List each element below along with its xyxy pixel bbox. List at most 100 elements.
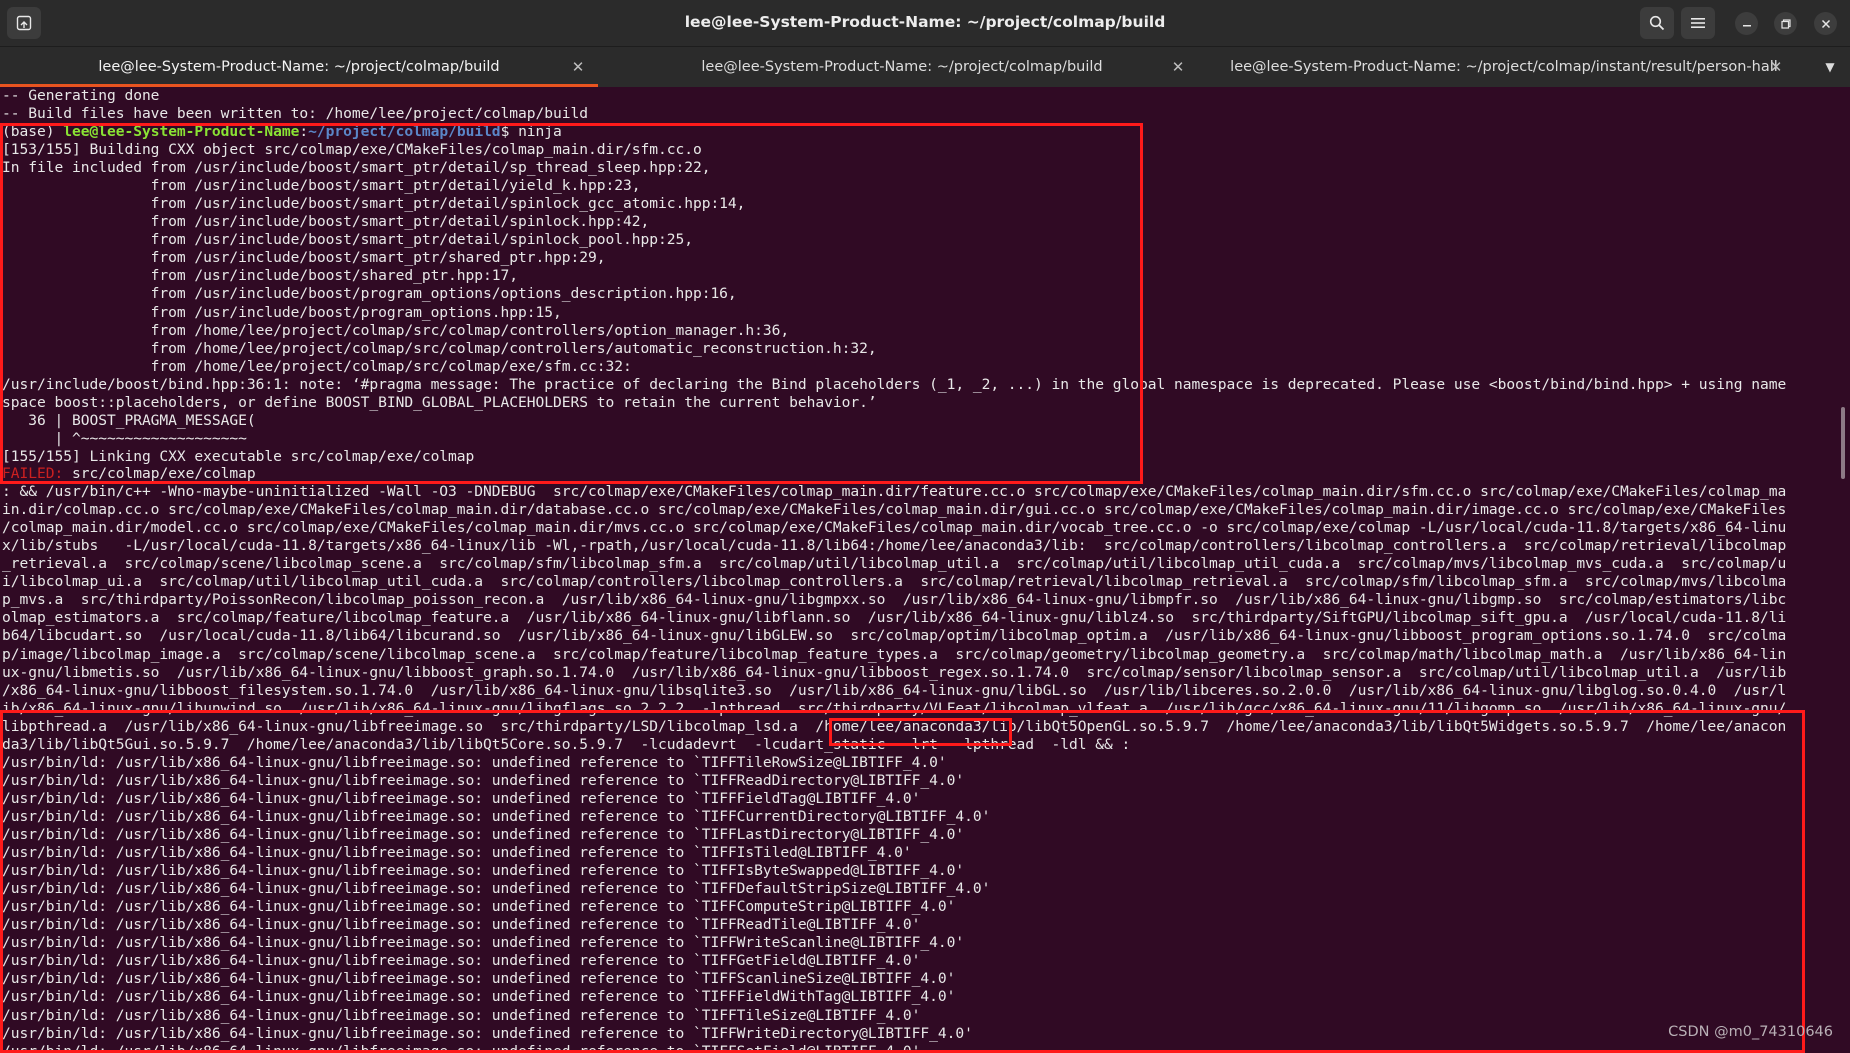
search-button[interactable] xyxy=(1640,7,1674,39)
undefined-reference-prefix: /usr/bin/ld: /usr/lib/x86_64-linux-gnu/l… xyxy=(2,970,693,988)
terminal-line: 36 | BOOST_PRAGMA_MESSAGE( xyxy=(2,411,256,429)
shell-prompt: (base) lee@lee-System-Product-Name:~/pro… xyxy=(2,123,562,141)
tab-1-close-button[interactable]: ✕ xyxy=(568,57,588,77)
linker-command-line: x/lib/stubs -L/usr/local/cuda-11.8/targe… xyxy=(2,537,1787,555)
prompt-separator: : xyxy=(299,123,309,140)
menu-button[interactable] xyxy=(1681,7,1715,39)
search-icon xyxy=(1649,15,1665,31)
new-tab-button[interactable] xyxy=(7,7,41,39)
undefined-symbol: `TIFFFieldWithTag@LIBTIFF_4.0' xyxy=(692,988,956,1006)
undefined-symbol: `TIFFWriteDirectory@LIBTIFF_4.0' xyxy=(692,1024,973,1042)
failed-label: FAILED: xyxy=(2,465,64,482)
undefined-reference-line: /usr/bin/ld: /usr/lib/x86_64-linux-gnu/l… xyxy=(2,916,920,934)
minimize-icon xyxy=(1742,24,1751,26)
terminal-line: [155/155] Linking CXX executable src/col… xyxy=(2,447,475,465)
undefined-symbol: `TIFFScanlineSize@LIBTIFF_4.0' xyxy=(692,970,956,988)
undefined-symbol: `TIFFIsByteSwapped@LIBTIFF_4.0' xyxy=(692,862,965,879)
undefined-reference-prefix: /usr/bin/ld: /usr/lib/x86_64-linux-gnu/l… xyxy=(2,934,693,952)
close-button[interactable] xyxy=(1814,12,1837,35)
terminal-line: -- Generating done xyxy=(2,87,160,104)
undefined-reference-line: /usr/bin/ld: /usr/lib/x86_64-linux-gnu/l… xyxy=(2,934,964,952)
terminal-output[interactable]: -- Generating done -- Build files have b… xyxy=(0,87,1836,1053)
undefined-reference-line: /usr/bin/ld: /usr/lib/x86_64-linux-gnu/l… xyxy=(2,1007,920,1025)
tab-3-label: lee@lee-System-Product-Name: ~/project/c… xyxy=(1230,59,1778,75)
undefined-reference-line: /usr/bin/ld: /usr/lib/x86_64-linux-gnu/l… xyxy=(2,862,964,880)
tab-2-close-button[interactable]: ✕ xyxy=(1168,57,1188,77)
undefined-reference-line: /usr/bin/ld: /usr/lib/x86_64-linux-gnu/l… xyxy=(2,952,920,970)
terminal-line: from /usr/include/boost/program_options.… xyxy=(2,303,562,321)
scrollbar-thumb[interactable] xyxy=(1841,407,1845,479)
prompt-dollar: $ xyxy=(500,123,519,140)
undefined-reference-line: /usr/bin/ld: /usr/lib/x86_64-linux-gnu/l… xyxy=(2,1025,973,1043)
tab-bar: lee@lee-System-Product-Name: ~/project/c… xyxy=(0,47,1850,87)
terminal-line: from /usr/include/boost/smart_ptr/detail… xyxy=(2,213,650,231)
terminal-line: from /usr/include/boost/shared_ptr.hpp:1… xyxy=(2,267,519,285)
undefined-symbol: `TIFFTileSize@LIBTIFF_4.0' xyxy=(692,1006,921,1024)
linker-command-line: olmap_estimators.a src/colmap/feature/li… xyxy=(2,609,1787,627)
linker-command-line: _retrieval.a src/colmap/scene/libcolmap_… xyxy=(2,555,1787,573)
linker-command-line: p_mvs.a src/thirdparty/PoissonRecon/libc… xyxy=(2,591,1787,609)
undefined-symbol: `TIFFGetField@LIBTIFF_4.0' xyxy=(692,952,921,970)
undefined-reference-prefix: /usr/bin/ld: /usr/lib/x86_64-linux-gnu/l… xyxy=(2,771,693,789)
undefined-reference-prefix: /usr/bin/ld: /usr/lib/x86_64-linux-gnu/l… xyxy=(2,844,693,861)
prompt-command: ninja xyxy=(518,123,562,140)
undefined-reference-line: /usr/bin/ld: /usr/lib/x86_64-linux-gnu/l… xyxy=(2,988,955,1006)
failed-line: FAILED: src/colmap/exe/colmap xyxy=(2,465,256,483)
terminal-line: /usr/include/boost/bind.hpp:36:1: note: … xyxy=(2,375,1787,393)
linker-command-line: : && /usr/bin/c++ -Wno-maybe-uninitializ… xyxy=(2,483,1787,500)
hamburger-menu-icon xyxy=(1691,18,1705,28)
terminal-line: space boost::placeholders, or define BOO… xyxy=(2,393,877,411)
minimize-button[interactable] xyxy=(1735,12,1758,35)
linker-command-line: /x86_64-linux-gnu/libboost_filesystem.so… xyxy=(2,681,1787,699)
undefined-reference-prefix: /usr/bin/ld: /usr/lib/x86_64-linux-gnu/l… xyxy=(2,862,693,879)
undefined-reference-prefix: /usr/bin/ld: /usr/lib/x86_64-linux-gnu/l… xyxy=(2,898,693,916)
watermark: CSDN @m0_74310646 xyxy=(1668,1024,1833,1040)
terminal-line: from /home/lee/project/colmap/src/colmap… xyxy=(2,339,877,357)
terminal-line: In file included from /usr/include/boost… xyxy=(2,159,711,176)
linker-command-line: in.dir/colmap.cc.o src/colmap/exe/CMakeF… xyxy=(2,501,1787,519)
prompt-env: (base) xyxy=(2,123,64,140)
undefined-reference-line: /usr/bin/ld: /usr/lib/x86_64-linux-gnu/l… xyxy=(2,790,920,808)
tab-3-close-button[interactable]: ✕ xyxy=(1766,57,1786,77)
window-title: lee@lee-System-Product-Name: ~/project/c… xyxy=(684,13,1166,31)
linker-command-line: da3/lib/libQt5Gui.so.5.9.7 /home/lee/ana… xyxy=(2,735,1131,753)
undefined-reference-line: /usr/bin/ld: /usr/lib/x86_64-linux-gnu/l… xyxy=(2,898,955,916)
maximize-icon xyxy=(1780,18,1791,29)
terminal-line: -- Build files have been written to: /ho… xyxy=(2,105,588,122)
tab-3[interactable]: lee@lee-System-Product-Name: ~/project/c… xyxy=(1206,47,1802,87)
undefined-reference-line: /usr/bin/ld: /usr/lib/x86_64-linux-gnu/l… xyxy=(2,772,964,790)
undefined-symbol: `TIFFIsTiled@LIBTIFF_4.0' xyxy=(692,844,912,861)
tab-2-label: lee@lee-System-Product-Name: ~/project/c… xyxy=(701,59,1103,75)
new-tab-icon xyxy=(16,15,32,31)
linker-command-line: b64/libcudart.so /usr/local/cuda-11.8/li… xyxy=(2,627,1787,645)
linker-command-line: /colmap_main.dir/model.cc.o src/colmap/e… xyxy=(2,519,1787,537)
undefined-symbol: `TIFFWriteScanline@LIBTIFF_4.0' xyxy=(692,934,965,952)
undefined-reference-prefix: /usr/bin/ld: /usr/lib/x86_64-linux-gnu/l… xyxy=(2,952,693,970)
prompt-user-host: lee@lee-System-Product-Name xyxy=(63,123,300,140)
terminal-line: from /usr/include/boost/smart_ptr/detail… xyxy=(2,177,641,195)
undefined-reference-prefix: /usr/bin/ld: /usr/lib/x86_64-linux-gnu/l… xyxy=(2,753,693,771)
undefined-symbol: `TIFFTileRowSize@LIBTIFF_4.0' xyxy=(692,753,947,771)
prompt-path: ~/project/colmap/build xyxy=(308,123,501,140)
undefined-reference-line: /usr/bin/ld: /usr/lib/x86_64-linux-gnu/l… xyxy=(2,880,990,898)
undefined-reference-prefix: /usr/bin/ld: /usr/lib/x86_64-linux-gnu/l… xyxy=(2,1042,693,1053)
terminal-scrollbar[interactable] xyxy=(1838,87,1848,1053)
undefined-reference-line: /usr/bin/ld: /usr/lib/x86_64-linux-gnu/l… xyxy=(2,826,964,844)
tab-1-label: lee@lee-System-Product-Name: ~/project/c… xyxy=(98,59,500,75)
undefined-reference-prefix: /usr/bin/ld: /usr/lib/x86_64-linux-gnu/l… xyxy=(2,988,693,1006)
tab-close-icon: ✕ xyxy=(1171,58,1185,76)
undefined-reference-prefix: /usr/bin/ld: /usr/lib/x86_64-linux-gnu/l… xyxy=(2,807,693,825)
maximize-button[interactable] xyxy=(1774,12,1797,35)
linker-command-line: p/image/libcolmap_image.a src/colmap/sce… xyxy=(2,645,1787,663)
undefined-reference-line: /usr/bin/ld: /usr/lib/x86_64-linux-gnu/l… xyxy=(2,844,912,862)
tab-2[interactable]: lee@lee-System-Product-Name: ~/project/c… xyxy=(600,47,1204,87)
tab-1[interactable]: lee@lee-System-Product-Name: ~/project/c… xyxy=(0,47,598,87)
linker-command-line: libpthread.a /usr/lib/x86_64-linux-gnu/l… xyxy=(2,717,1787,735)
undefined-symbol: `TIFFFieldTag@LIBTIFF_4.0' xyxy=(692,789,921,807)
chevron-down-icon: ▼ xyxy=(1825,60,1835,74)
failed-target: src/colmap/exe/colmap xyxy=(63,465,256,482)
title-bar: lee@lee-System-Product-Name: ~/project/c… xyxy=(0,0,1850,47)
close-icon xyxy=(1821,19,1830,28)
undefined-reference-prefix: /usr/bin/ld: /usr/lib/x86_64-linux-gnu/l… xyxy=(2,1024,693,1042)
tab-list-button[interactable]: ▼ xyxy=(1818,55,1842,79)
